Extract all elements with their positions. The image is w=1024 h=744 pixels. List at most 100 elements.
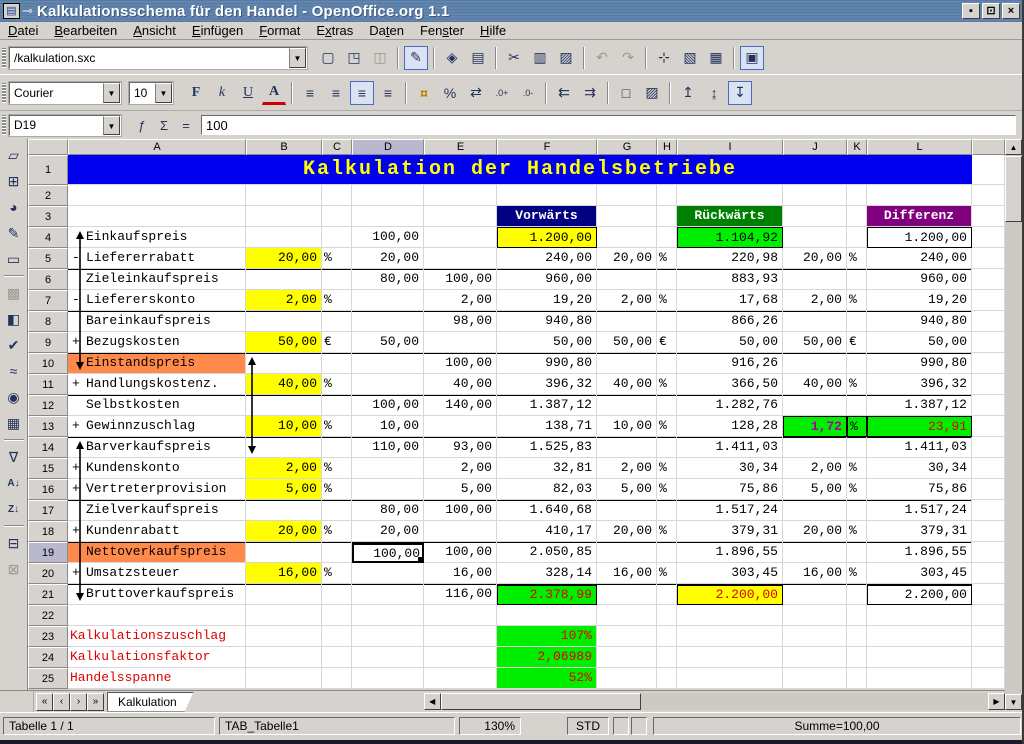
vertical-scroll-thumb[interactable] xyxy=(1005,156,1022,222)
row-header-22[interactable]: 22 xyxy=(28,605,68,626)
cell-C11[interactable]: % xyxy=(322,374,352,395)
cell-J8[interactable] xyxy=(783,311,847,332)
cell-J7[interactable]: 2,00 xyxy=(783,290,847,311)
column-header-L[interactable]: L xyxy=(867,139,972,155)
hyperlink-icon[interactable]: ▦ xyxy=(704,46,728,70)
cell-L21[interactable]: 2.200,00 xyxy=(867,584,972,605)
cell-A2[interactable] xyxy=(68,185,246,206)
cell-H18[interactable]: % xyxy=(657,521,677,542)
cell-B17[interactable] xyxy=(246,500,322,521)
cell-C23[interactable] xyxy=(322,626,352,647)
cell-J13[interactable]: 1,72 xyxy=(783,416,847,437)
cell-D15[interactable] xyxy=(352,458,424,479)
cell-F8[interactable]: 940,80 xyxy=(497,311,597,332)
row-header-18[interactable]: 18 xyxy=(28,521,68,542)
menu-einfügen[interactable]: Einfügen xyxy=(184,23,251,38)
sort-descending-icon[interactable]: Z↓ xyxy=(2,497,26,521)
cell-B19[interactable] xyxy=(246,542,322,563)
toolbar-handle[interactable] xyxy=(2,83,6,103)
data-sources-icon[interactable]: ▦ xyxy=(2,411,26,435)
cell-C7[interactable]: % xyxy=(322,290,352,311)
cell-A6[interactable]: Zieleinkaufspreis xyxy=(68,269,246,290)
cell-I8[interactable]: 866,26 xyxy=(677,311,783,332)
cell-A3[interactable] xyxy=(68,206,246,227)
cell-J10[interactable] xyxy=(783,353,847,374)
cell-G9[interactable]: 50,00 xyxy=(597,332,657,353)
toolbar-handle[interactable] xyxy=(2,48,6,68)
underline-icon[interactable]: U xyxy=(236,81,260,105)
cell-B13[interactable]: 10,00 xyxy=(246,416,322,437)
cell-L5[interactable]: 240,00 xyxy=(867,248,972,269)
column-header-E[interactable]: E xyxy=(424,139,497,155)
column-header-H[interactable]: H xyxy=(657,139,677,155)
cell-J14[interactable] xyxy=(783,437,847,458)
menu-extras[interactable]: Extras xyxy=(308,23,361,38)
cell-H8[interactable] xyxy=(657,311,677,332)
column-header-J[interactable]: J xyxy=(783,139,847,155)
cell-L23[interactable] xyxy=(867,626,972,647)
cell-I3[interactable]: Rückwärts xyxy=(677,206,783,227)
cell-B6[interactable] xyxy=(246,269,322,290)
cell-L12[interactable]: 1.387,12 xyxy=(867,395,972,416)
cell-G14[interactable] xyxy=(597,437,657,458)
cell-B22[interactable] xyxy=(246,605,322,626)
cell-B10[interactable] xyxy=(246,353,322,374)
cell-H19[interactable] xyxy=(657,542,677,563)
cell-K15[interactable]: % xyxy=(847,458,867,479)
cell-L18[interactable]: 379,31 xyxy=(867,521,972,542)
cell-J25[interactable] xyxy=(783,668,847,689)
cell-D8[interactable] xyxy=(352,311,424,332)
cell-B3[interactable] xyxy=(246,206,322,227)
cell-H21[interactable] xyxy=(657,584,677,605)
cell-L2[interactable] xyxy=(867,185,972,206)
cell-E12[interactable]: 140,00 xyxy=(424,395,497,416)
align-right-icon[interactable]: ≡ xyxy=(350,81,374,105)
cell-K9[interactable]: € xyxy=(847,332,867,353)
vertical-scrollbar[interactable]: ▲ ▼ xyxy=(1005,139,1022,710)
cell-H22[interactable] xyxy=(657,605,677,626)
row-header-14[interactable]: 14 xyxy=(28,437,68,458)
cell-I24[interactable] xyxy=(677,647,783,668)
cell-F5[interactable]: 240,00 xyxy=(497,248,597,269)
cell-D20[interactable] xyxy=(352,563,424,584)
cell-C15[interactable]: % xyxy=(322,458,352,479)
cell-A4[interactable]: Einkaufspreis xyxy=(68,227,246,248)
font-name-combo[interactable]: Courier ▼ xyxy=(9,82,121,104)
cell-G12[interactable] xyxy=(597,395,657,416)
cell-G20[interactable]: 16,00 xyxy=(597,563,657,584)
cell-H9[interactable]: € xyxy=(657,332,677,353)
cell-D22[interactable] xyxy=(352,605,424,626)
cell-H23[interactable] xyxy=(657,626,677,647)
last-sheet-button[interactable]: » xyxy=(87,693,104,711)
cell-L6[interactable]: 960,00 xyxy=(867,269,972,290)
cell-A15[interactable]: +Kundenskonto xyxy=(68,458,246,479)
cell-K13[interactable]: % xyxy=(847,416,867,437)
insert-graphics-icon[interactable]: ▣ xyxy=(740,46,764,70)
cell-H7[interactable]: % xyxy=(657,290,677,311)
menu-hilfe[interactable]: Hilfe xyxy=(472,23,514,38)
formula-input[interactable] xyxy=(201,115,1016,135)
cell-B20[interactable]: 16,00 xyxy=(246,563,322,584)
cell-D4[interactable]: 100,00 xyxy=(352,227,424,248)
cell-I23[interactable] xyxy=(677,626,783,647)
maximize-button[interactable]: ⊡ xyxy=(982,3,1000,19)
menu-bearbeiten[interactable]: Bearbeiten xyxy=(46,23,125,38)
cell-H13[interactable]: % xyxy=(657,416,677,437)
close-button[interactable]: × xyxy=(1002,3,1020,19)
column-header-C[interactable]: C xyxy=(322,139,352,155)
cell-F22[interactable] xyxy=(497,605,597,626)
cell-A12[interactable]: Selbstkosten xyxy=(68,395,246,416)
cell-I6[interactable]: 883,93 xyxy=(677,269,783,290)
cell-E16[interactable]: 5,00 xyxy=(424,479,497,500)
cell-A7[interactable]: -Liefererskonto xyxy=(68,290,246,311)
cell-D12[interactable]: 100,00 xyxy=(352,395,424,416)
cell-D24[interactable] xyxy=(352,647,424,668)
row-header-13[interactable]: 13 xyxy=(28,416,68,437)
cell-A24[interactable]: Kalkulationsfaktor xyxy=(68,647,246,668)
new-document-icon[interactable]: ▢ xyxy=(316,46,340,70)
cell-G6[interactable] xyxy=(597,269,657,290)
cell-I13[interactable]: 128,28 xyxy=(677,416,783,437)
cell-B25[interactable] xyxy=(246,668,322,689)
minimize-button[interactable]: ▪ xyxy=(962,3,980,19)
cell-K4[interactable] xyxy=(847,227,867,248)
